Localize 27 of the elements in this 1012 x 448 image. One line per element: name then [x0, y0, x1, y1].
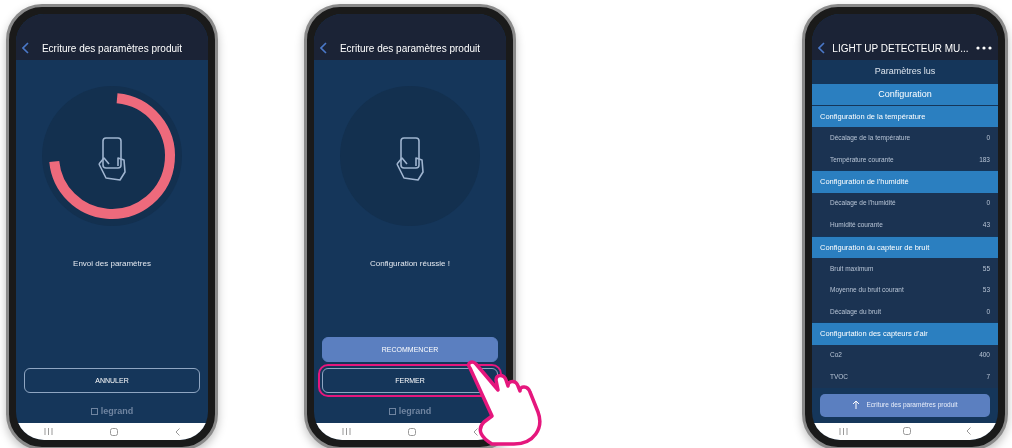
back-icon[interactable]: [965, 427, 971, 436]
back-icon[interactable]: [174, 427, 180, 436]
recent-apps-icon[interactable]: [839, 427, 849, 435]
phone-in-hand-icon: [396, 137, 424, 181]
screen-subtitle: Paramètres lus: [873, 65, 937, 78]
logo-icon: [90, 407, 98, 415]
back-icon[interactable]: [472, 427, 478, 436]
screen-title: LIGHT UP DETECTEUR MU...: [831, 41, 970, 56]
back-icon[interactable]: [818, 42, 825, 54]
recent-apps-icon[interactable]: [342, 428, 352, 435]
status-message: Configuration réussie !: [368, 258, 451, 270]
screen-title: Ecriture des paramètres produit: [40, 41, 184, 56]
recent-apps-icon[interactable]: [44, 428, 54, 435]
status-message: Envoi des paramètres: [72, 258, 152, 270]
more-icon[interactable]: [976, 46, 992, 50]
brand-name: legrand: [100, 404, 134, 418]
home-icon[interactable]: [408, 427, 416, 436]
home-icon[interactable]: [110, 427, 118, 436]
screen-title: Ecriture des paramètres produit: [338, 41, 482, 56]
back-icon[interactable]: [320, 42, 327, 54]
home-icon[interactable]: [903, 427, 911, 436]
logo-icon: [388, 407, 396, 415]
upload-icon: [852, 400, 861, 411]
back-icon[interactable]: [22, 42, 29, 54]
section-header: Configuration: [812, 83, 998, 105]
brand-name: legrand: [398, 404, 432, 418]
phone-in-hand-icon: [98, 137, 126, 181]
